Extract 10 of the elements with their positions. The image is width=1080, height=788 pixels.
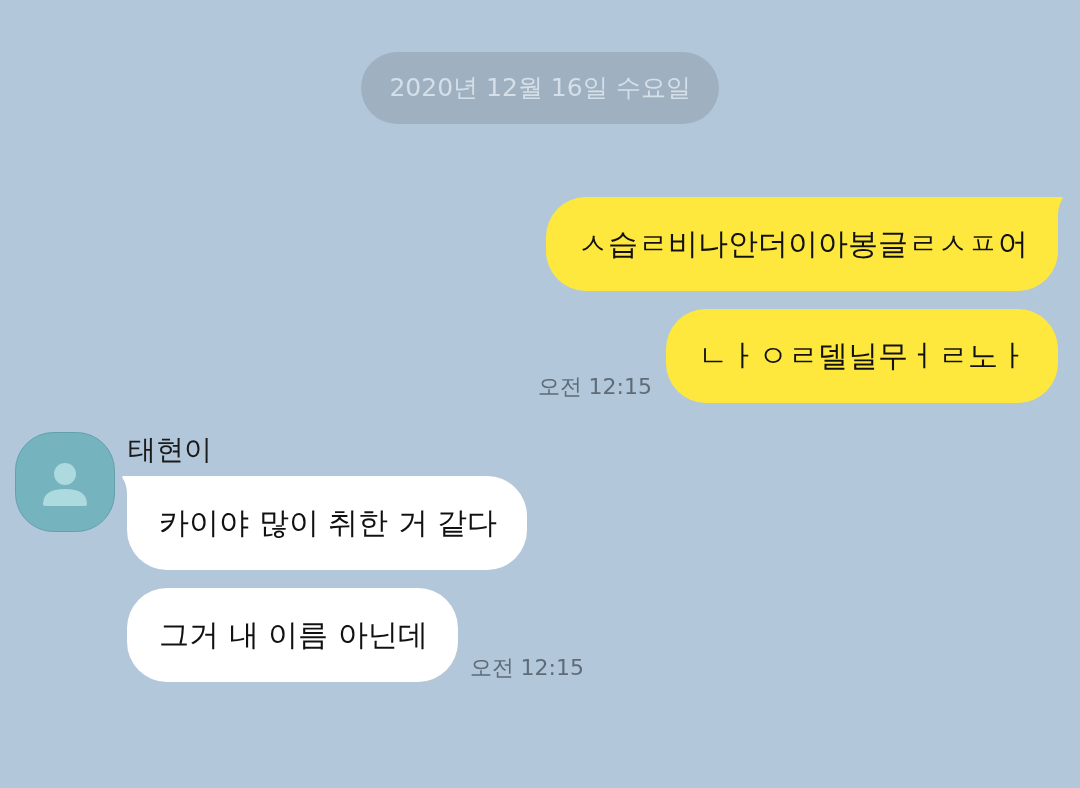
message-time: 오전 12:15 xyxy=(469,654,584,682)
message-bubble: ㅅ습ㄹ비나안더이아봉글ㄹㅅㅍ어 xyxy=(546,197,1058,291)
message-time: 오전 12:15 xyxy=(537,373,652,401)
sender-name: 태현이 xyxy=(127,432,212,468)
bubble-tail-icon xyxy=(121,476,127,492)
person-avatar-icon[interactable] xyxy=(15,432,115,532)
message-bubble: 카이야 많이 취한 거 같다 xyxy=(127,476,528,570)
bubble-tail-icon xyxy=(1058,197,1064,213)
message-bubble: 그거 내 이름 아닌데 xyxy=(127,588,458,682)
message-bubble: ㄴㅏㅇㄹ델닐무ㅓㄹ노ㅏ xyxy=(666,309,1058,403)
